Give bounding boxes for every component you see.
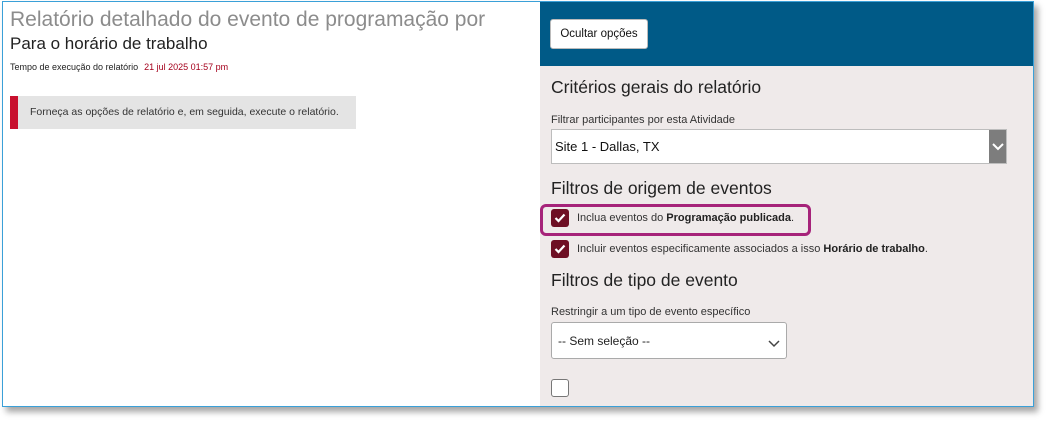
work-schedule-option[interactable]: Incluir eventos especificamente associad… (551, 240, 928, 258)
run-time-label: Tempo de execução do relatório (10, 62, 139, 72)
options-header: Ocultar opções (540, 2, 1033, 66)
work-schedule-checkbox[interactable] (551, 240, 569, 258)
event-type-value: -- Sem seleção -- (558, 334, 651, 348)
report-title: Relatório detalhado do evento de program… (10, 8, 486, 31)
work-schedule-label: Incluir eventos especificamente associad… (577, 243, 928, 255)
event-type-title: Filtros de tipo de evento (551, 270, 738, 290)
checkmark-icon (554, 244, 566, 254)
event-type-select[interactable]: -- Sem seleção -- (551, 322, 787, 359)
activity-filter-label: Filtrar participantes por esta Atividade (551, 114, 736, 126)
options-panel: Ocultar opções Critérios gerais do relat… (540, 2, 1033, 406)
restrict-checkbox[interactable] (551, 379, 569, 397)
event-origin-title: Filtros de origem de eventos (551, 178, 772, 198)
run-time: Tempo de execução do relatório 21 jul 202… (10, 62, 228, 72)
checkmark-icon (554, 213, 566, 223)
hide-options-button[interactable]: Ocultar opções (550, 19, 648, 49)
event-type-label: Restringir a um tipo de evento específic… (551, 306, 751, 318)
published-schedule-option[interactable]: Inclua eventos do Programação publicada. (551, 209, 794, 227)
general-criteria-title: Critérios gerais do relatório (551, 77, 762, 97)
report-pane: Relatório detalhado do evento de program… (3, 2, 540, 406)
info-notice: Forneça as opções de relatório e, em seg… (10, 96, 356, 129)
activity-filter-value: Site 1 - Dallas, TX (555, 139, 660, 154)
restrict-option[interactable] (551, 379, 569, 397)
report-window: Relatório detalhado do evento de program… (2, 1, 1034, 407)
published-schedule-checkbox[interactable] (551, 209, 569, 227)
activity-filter-select[interactable]: Site 1 - Dallas, TX (551, 129, 1007, 164)
published-schedule-label: Inclua eventos do Programação publicada. (577, 212, 795, 224)
report-subtitle: Para o horário de trabalho (10, 34, 208, 53)
chevron-down-icon (768, 335, 780, 353)
chevron-down-icon (989, 130, 1006, 163)
run-time-value: 21 jul 2025 01:57 pm (144, 62, 229, 72)
